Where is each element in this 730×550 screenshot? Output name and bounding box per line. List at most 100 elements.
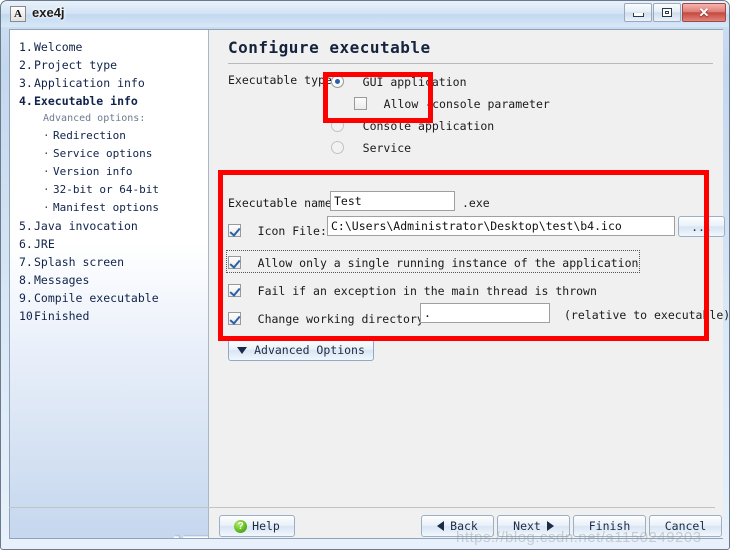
help-label: Help — [252, 519, 280, 533]
sidebar-item-welcome[interactable]: 1.Welcome — [10, 38, 208, 56]
back-label: Back — [450, 519, 478, 533]
finish-label: Finish — [588, 519, 631, 533]
step-label: Executable info — [34, 94, 138, 108]
sidebar-item-splash-screen[interactable]: 7.Splash screen — [10, 253, 208, 271]
sidebar-item-32-or-64-bit[interactable]: · 32-bit or 64-bit — [10, 181, 208, 199]
help-button[interactable]: ? Help — [219, 515, 295, 537]
back-button[interactable]: Back — [421, 515, 494, 537]
checkbox-allow-console-icon — [354, 97, 367, 110]
window-title: exe4j — [32, 5, 65, 20]
minimize-button[interactable] — [624, 3, 652, 22]
bullet-icon: · — [43, 147, 50, 160]
step-number: 1. — [19, 40, 33, 54]
step-label: Java invocation — [34, 219, 138, 233]
bullet-icon: · — [43, 183, 50, 196]
checkbox-icon-file-label: Icon File: — [257, 224, 327, 238]
executable-name-suffix: .exe — [462, 196, 490, 210]
sub-item-label: Redirection — [53, 129, 126, 142]
bullet-icon: · — [43, 201, 50, 214]
radio-service-label: Service — [362, 141, 412, 155]
step-label: Application info — [34, 76, 145, 90]
radio-gui-label: GUI application — [362, 75, 467, 89]
radio-gui-icon — [331, 75, 344, 88]
working-directory-hint: (relative to executable) — [564, 308, 730, 322]
step-number: 2. — [19, 58, 33, 72]
advanced-options-header: Advanced options: — [43, 113, 146, 124]
cancel-label: Cancel — [664, 519, 707, 533]
sidebar-item-jre[interactable]: 6.JRE — [10, 235, 208, 253]
checkbox-change-workdir-icon — [228, 312, 241, 325]
checkbox-change-working-directory[interactable]: Change working directory to: — [228, 308, 452, 327]
working-directory-input[interactable] — [420, 303, 550, 323]
radio-console-application[interactable]: Console application — [331, 115, 494, 134]
sidebar-item-compile-executable[interactable]: 9.Compile executable — [10, 289, 208, 307]
checkbox-fail-on-exception-label: Fail if an exception in the main thread … — [257, 284, 597, 298]
help-icon: ? — [234, 519, 248, 533]
step-number: 4. — [19, 94, 33, 108]
exe4j-watermark-logo: exe4j — [165, 534, 208, 538]
checkbox-icon-file[interactable]: Icon File: — [228, 220, 327, 239]
bullet-icon: · — [43, 129, 50, 142]
checkbox-icon-file-icon — [228, 224, 241, 237]
icon-file-browse-button[interactable]: ... — [678, 216, 725, 237]
main-panel: Configure executable Executable type: GU… — [209, 30, 729, 538]
advanced-options-label: Advanced Options — [254, 343, 365, 357]
close-icon: ✕ — [698, 5, 710, 20]
sidebar-item-version-info[interactable]: · Version info — [10, 163, 208, 181]
window-controls: ✕ — [624, 3, 726, 22]
checkbox-fail-on-exception[interactable]: Fail if an exception in the main thread … — [228, 280, 597, 299]
executable-name-label: Executable name: — [228, 196, 339, 210]
executable-name-input[interactable] — [330, 191, 455, 211]
sub-item-label: Service options — [53, 147, 153, 160]
step-number: 9. — [19, 291, 33, 305]
cancel-button[interactable]: Cancel — [649, 515, 722, 537]
step-number: 8. — [19, 273, 33, 287]
sidebar-item-manifest-options[interactable]: · Manifest options — [10, 199, 208, 217]
executable-type-label: Executable type: — [228, 73, 339, 87]
next-button[interactable]: Next — [497, 515, 570, 537]
step-label: Finished — [34, 309, 90, 323]
page-title: Configure executable — [228, 38, 431, 57]
maximize-button[interactable] — [653, 3, 681, 22]
close-button[interactable]: ✕ — [682, 3, 726, 22]
chevron-down-icon — [237, 346, 248, 354]
step-number: 6. — [19, 237, 33, 251]
radio-console-icon — [331, 119, 344, 132]
sidebar-item-service-options[interactable]: · Service options — [10, 145, 208, 163]
step-label: Splash screen — [34, 255, 125, 269]
advanced-options-button[interactable]: Advanced Options — [228, 339, 374, 361]
wizard-navigation: Back Next Finish Cancel — [421, 515, 722, 537]
wizard-step-sidebar: 1.Welcome 2.Project type 3.Application i… — [10, 30, 209, 538]
step-number: 3. — [19, 76, 33, 90]
step-label: JRE — [34, 237, 55, 251]
sub-item-label: 32-bit or 64-bit — [53, 183, 159, 196]
sub-item-label: Version info — [53, 165, 133, 178]
sidebar-item-executable-info[interactable]: 4.Executable info — [10, 92, 208, 110]
checkbox-single-instance[interactable]: Allow only a single running instance of … — [225, 250, 641, 273]
radio-service[interactable]: Service — [331, 137, 411, 156]
sidebar-item-redirection[interactable]: · Redirection — [10, 127, 208, 145]
sidebar-item-messages[interactable]: 8.Messages — [10, 271, 208, 289]
checkbox-single-instance-label: Allow only a single running instance of … — [257, 256, 639, 270]
icon-file-path-input[interactable] — [327, 216, 675, 236]
radio-gui-application[interactable]: GUI application — [331, 71, 467, 90]
finish-button[interactable]: Finish — [573, 515, 646, 537]
client-area: 1.Welcome 2.Project type 3.Application i… — [9, 29, 729, 539]
bullet-icon: · — [43, 165, 50, 178]
checkbox-fail-on-exception-icon — [228, 284, 241, 297]
footer-divider — [9, 507, 715, 508]
sidebar-item-application-info[interactable]: 3.Application info — [10, 74, 208, 92]
sidebar-item-finished[interactable]: 10.Finished — [10, 307, 208, 325]
minimize-icon — [632, 13, 644, 17]
step-number: 5. — [19, 219, 33, 233]
step-number: 7. — [19, 255, 33, 269]
maximize-icon — [662, 8, 672, 17]
checkbox-allow-console-label: Allow -console parameter — [383, 97, 550, 111]
checkbox-allow-console-parameter[interactable]: Allow -console parameter — [354, 93, 550, 112]
checkbox-single-instance-icon — [228, 256, 241, 269]
next-label: Next — [513, 519, 541, 533]
sidebar-item-java-invocation[interactable]: 5.Java invocation — [10, 217, 208, 235]
step-label: Project type — [34, 58, 118, 72]
radio-service-icon — [331, 141, 344, 154]
sidebar-item-project-type[interactable]: 2.Project type — [10, 56, 208, 74]
